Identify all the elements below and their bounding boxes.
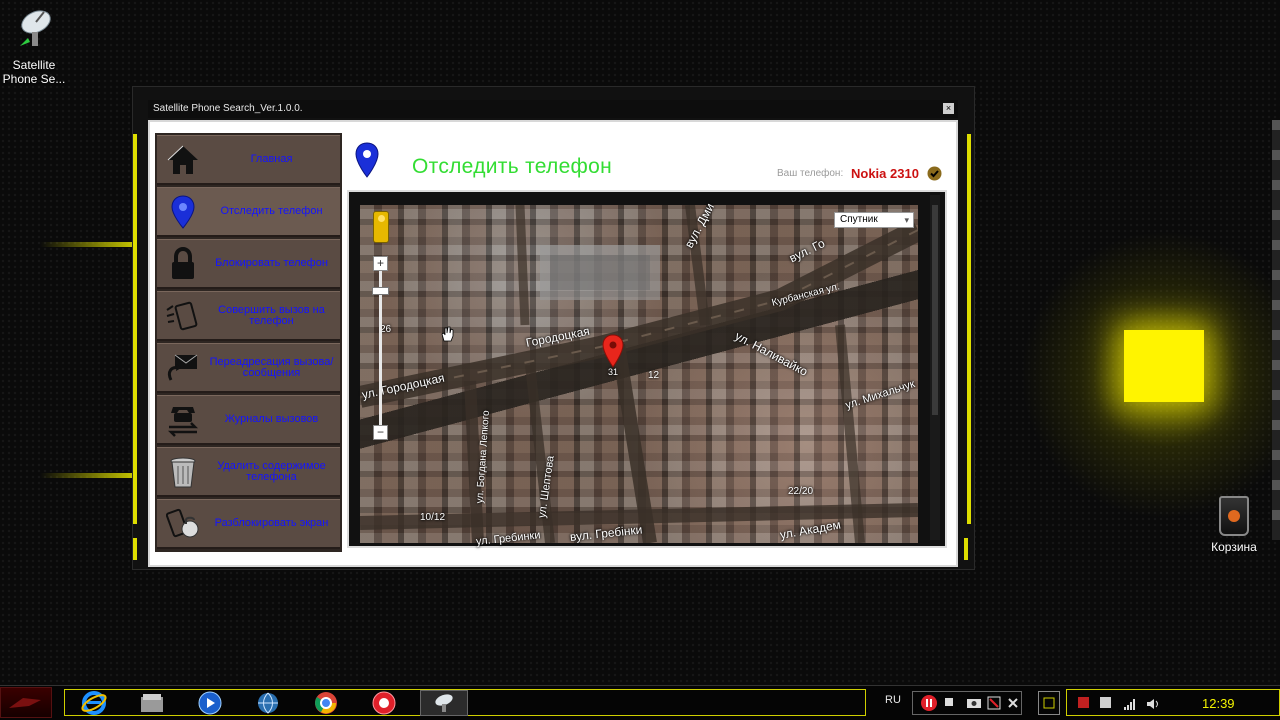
close-button[interactable]: × xyxy=(943,103,954,114)
sidebar: Главная Отследить телефон Блокировать те… xyxy=(155,133,342,552)
plus-icon: + xyxy=(376,256,384,270)
sidebar-item-home[interactable]: Главная xyxy=(157,135,340,185)
sidebar-item-call-logs[interactable]: Журналы вызовов xyxy=(157,395,340,445)
screen-capture-icon[interactable] xyxy=(984,690,1004,716)
sidebar-item-label: Журналы вызовов xyxy=(224,413,319,425)
taskbar-clock[interactable]: 12:39 xyxy=(1202,696,1235,711)
sidebar-item-label: Переадресация вызова/сообщения xyxy=(209,355,334,379)
map-marker-icon[interactable] xyxy=(602,334,624,373)
window-accent-bar xyxy=(964,538,968,560)
desktop-glow-square xyxy=(1124,330,1204,402)
lock-icon xyxy=(163,244,203,284)
show-desktop-button[interactable] xyxy=(1038,691,1060,715)
window-accent-bar xyxy=(133,538,137,560)
desktop-icon-label: Satellite Phone Se... xyxy=(2,58,66,86)
media-player-icon[interactable] xyxy=(196,690,224,716)
internet-explorer-icon[interactable] xyxy=(80,690,108,716)
unlock-icon xyxy=(163,504,203,544)
pause-icon[interactable] xyxy=(918,690,940,716)
file-manager-icon[interactable] xyxy=(138,690,166,716)
sidebar-item-forwarding[interactable]: Переадресация вызова/сообщения xyxy=(157,343,340,393)
window-titlebar[interactable]: Satellite Phone Search_Ver.1.0.0. × xyxy=(148,100,958,118)
sidebar-item-track-phone[interactable]: Отследить телефон xyxy=(157,187,340,237)
house-number: 22/20 xyxy=(788,486,814,497)
flag-icon[interactable] xyxy=(1078,697,1089,708)
window-accent-bar xyxy=(133,134,137,524)
street-view-pegman-icon[interactable] xyxy=(373,211,389,243)
sidebar-item-label: Главная xyxy=(250,153,293,165)
language-indicator[interactable]: RU xyxy=(885,694,901,706)
satellite-dish-icon xyxy=(20,10,51,46)
sidebar-item-unlock-screen[interactable]: Разблокировать экран xyxy=(157,499,340,549)
desktop-icon-satellite-phone[interactable]: Satellite Phone Se... xyxy=(0,8,68,86)
location-pin-icon xyxy=(163,192,203,232)
phone-model: Nokia 2310 xyxy=(851,166,919,181)
check-circle-icon xyxy=(927,166,942,186)
sidebar-item-lock-phone[interactable]: Блокировать телефон xyxy=(157,239,340,289)
sidebar-item-call-phone[interactable]: Совершить вызов на телефон xyxy=(157,291,340,341)
map-type-select[interactable]: Спутник xyxy=(834,212,914,228)
minus-icon: − xyxy=(376,425,384,439)
recycle-bin-icon xyxy=(1219,496,1249,536)
house-number: 12 xyxy=(648,370,660,381)
house-number: 10/12 xyxy=(420,512,446,523)
call-log-icon xyxy=(163,400,203,440)
message-forward-icon xyxy=(163,348,203,388)
trash-icon xyxy=(163,452,203,492)
desktop-edge-decoration xyxy=(1272,120,1280,540)
desktop-icon xyxy=(1043,697,1055,709)
map-scrollbar[interactable] xyxy=(930,195,940,540)
desktop-glow-line xyxy=(40,242,135,247)
system-tray xyxy=(1066,689,1280,716)
volume-icon[interactable] xyxy=(1146,697,1158,709)
record-app-icon[interactable] xyxy=(370,690,398,716)
window-accent-bar xyxy=(967,134,971,524)
sidebar-item-label: Совершить вызов на телефон xyxy=(218,303,325,327)
map-type-value: Спутник xyxy=(840,214,878,225)
zoom-out-button[interactable]: − xyxy=(373,425,388,440)
sidebar-item-label: Разблокировать экран xyxy=(214,517,329,529)
start-logo-icon xyxy=(9,698,41,708)
sidebar-item-label: Отследить телефон xyxy=(220,205,323,217)
satellite-phone-taskbar-icon[interactable] xyxy=(420,690,468,716)
sidebar-item-label: Блокировать телефон xyxy=(215,257,328,269)
chrome-icon[interactable] xyxy=(312,690,340,716)
location-pin-icon xyxy=(354,142,380,183)
signal-icon[interactable] xyxy=(1124,697,1135,710)
zoom-slider-handle[interactable] xyxy=(372,287,389,295)
home-icon xyxy=(163,140,203,180)
desktop-glow-line xyxy=(40,473,135,478)
stop-icon[interactable] xyxy=(942,690,958,716)
page-title: Отследить телефон xyxy=(412,155,613,178)
phone-label: Ваш телефон: xyxy=(777,168,844,179)
camera-icon[interactable] xyxy=(964,690,984,716)
network-globe-icon[interactable] xyxy=(254,690,282,716)
printer-icon[interactable] xyxy=(1100,697,1111,708)
window-title: Satellite Phone Search_Ver.1.0.0. xyxy=(153,103,303,114)
close-icon: × xyxy=(945,103,952,113)
desktop-icon-label: Корзина xyxy=(1211,540,1257,554)
desktop-icon-recycle-bin[interactable]: Корзина xyxy=(1204,496,1264,554)
sidebar-item-label: Удалить содержимое телефона xyxy=(217,459,326,483)
zoom-in-button[interactable]: + xyxy=(373,256,388,271)
hand-cursor-icon xyxy=(440,326,454,347)
phone-call-icon xyxy=(163,296,203,336)
sidebar-item-wipe-phone[interactable]: Удалить содержимое телефона xyxy=(157,447,340,497)
close-capture-icon[interactable] xyxy=(1004,690,1022,716)
start-button[interactable] xyxy=(0,687,52,718)
